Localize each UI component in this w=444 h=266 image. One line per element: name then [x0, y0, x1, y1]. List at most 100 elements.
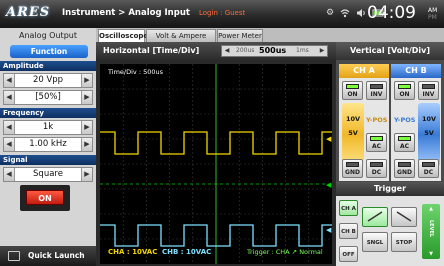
cha-ypos-label[interactable]: Y-POS — [366, 116, 387, 124]
cha-header: CH A — [339, 64, 389, 78]
trigger-falling-edge-button[interactable] — [391, 207, 417, 227]
frequency-label: Frequency — [0, 108, 96, 118]
quick-launch-icon — [8, 251, 20, 261]
tab-power-meter[interactable]: Power Meter — [217, 29, 263, 42]
cha-on-button[interactable]: ON — [342, 81, 363, 100]
chb-header: CH B — [391, 64, 441, 78]
frequency-display: 1.00 kHz — [29, 139, 67, 149]
rising-edge-icon — [367, 211, 383, 222]
chb-dc-indicator — [422, 162, 435, 167]
breadcrumb: Instrument > Analog Input — [62, 8, 190, 18]
quick-launch-button[interactable]: Quick Launch — [0, 246, 96, 266]
cha-gnd-button[interactable]: GND — [342, 159, 363, 178]
clock-time: 04:09 — [367, 3, 416, 23]
trigger-off-button[interactable]: OFF — [339, 246, 358, 262]
arrow-left-icon[interactable]: ◀ — [4, 138, 15, 151]
arrow-right-icon[interactable]: ▶ — [317, 46, 327, 56]
volume-icon[interactable] — [356, 8, 366, 21]
function-button[interactable]: Function — [10, 45, 88, 58]
trigger-controls: CH A CH B OFF SNGL STOP ▲ LEVEL ▼ — [336, 196, 444, 266]
trigger-level-slider[interactable]: ▲ LEVEL ▼ — [422, 204, 440, 259]
arrow-right-icon[interactable]: ▶ — [81, 74, 92, 87]
cha-volt-knob[interactable]: 10V 5V — [342, 103, 364, 167]
scope-grid-and-traces — [100, 64, 332, 264]
wifi-icon — [340, 8, 350, 21]
arrow-left-icon[interactable]: ◀ — [4, 91, 15, 104]
trigger-chb-button[interactable]: CH B — [339, 223, 358, 239]
cha-dc-label: DC — [371, 169, 382, 176]
arrow-right-icon[interactable]: ▶ — [81, 121, 92, 134]
login-status[interactable]: Login : Guest — [199, 9, 245, 17]
amplitude-value: 20 Vpp — [32, 75, 64, 85]
trigger-single-button[interactable]: SNGL — [362, 232, 388, 252]
chb-ypos-label[interactable]: Y-POS — [394, 116, 415, 124]
chevron-down-icon: ▼ — [429, 251, 433, 257]
trigger-rising-edge-button[interactable] — [362, 207, 388, 227]
trigger-level-label: LEVEL — [428, 220, 434, 238]
cha-ac-label: AC — [371, 143, 382, 150]
chb-ac-label: AC — [399, 143, 410, 150]
app-logo: ARES — [6, 5, 51, 20]
time-div-option-prev[interactable]: 200us — [236, 47, 254, 54]
amplitude-stepper[interactable]: ◀ 20 Vpp ▶ — [3, 73, 93, 88]
chb-inv-label: INV — [422, 91, 435, 98]
frequency-stepper[interactable]: ◀ 1k ▶ — [3, 120, 93, 135]
chb-gnd-button[interactable]: GND — [394, 159, 415, 178]
tab-volt-ampere-meter[interactable]: Volt & Ampere Meter — [146, 29, 216, 53]
chb-readout: CHB : 10VAC — [162, 248, 212, 256]
chb-dc-button[interactable]: DC — [418, 159, 439, 178]
chb-volt-knob[interactable]: 10V 5V — [418, 103, 440, 167]
cha-inv-indicator — [370, 84, 383, 89]
chevron-up-icon: ▲ — [429, 206, 433, 212]
chb-inv-button[interactable]: INV — [418, 81, 439, 100]
on-button[interactable]: ON — [26, 190, 64, 205]
arrow-left-icon[interactable]: ◀ — [4, 121, 15, 134]
cha-dc-indicator — [370, 162, 383, 167]
clock-ampm: AM PM — [428, 7, 437, 21]
cha-dc-button[interactable]: DC — [366, 159, 387, 178]
trigger-readout: Trigger : CHA ↗ Normal — [247, 248, 323, 256]
tab-oscilloscope[interactable]: Oscilloscope — [98, 29, 148, 42]
cha-marker-icon[interactable]: ◀ — [326, 136, 331, 143]
quick-launch-label: Quick Launch — [28, 251, 85, 260]
chb-dc-label: DC — [423, 169, 434, 176]
arrow-right-icon[interactable]: ▶ — [81, 91, 92, 104]
analog-output-panel: Analog Output Function Amplitude ◀ 20 Vp… — [0, 28, 96, 266]
arrow-left-icon[interactable]: ◀ — [4, 168, 15, 181]
chb-volt-low: 5V — [424, 129, 434, 137]
time-div-selected: 500us — [259, 46, 287, 55]
arrow-right-icon[interactable]: ▶ — [81, 138, 92, 151]
arrow-left-icon[interactable]: ◀ — [222, 46, 232, 56]
arrow-right-icon[interactable]: ▶ — [81, 168, 92, 181]
signal-stepper[interactable]: ◀ Square ▶ — [3, 167, 93, 182]
cha-readout: CHA : 10VAC — [108, 248, 158, 256]
cha-volt-low: 5V — [348, 129, 358, 137]
vertical-title: Vertical [Volt/Div] — [336, 42, 444, 60]
oscilloscope-panel: Horizontal [Time/Div] ◀ 200us 500us 1ms … — [96, 42, 336, 266]
cha-on-indicator — [346, 84, 359, 89]
frequency-value: 1k — [42, 122, 54, 132]
chb-on-label: ON — [399, 91, 410, 98]
trigger-cha-button[interactable]: CH A — [339, 200, 358, 216]
chb-marker-icon[interactable]: ◀ — [326, 227, 331, 234]
trigger-level-marker-icon[interactable]: ◀ — [326, 182, 331, 189]
scope-screen: Time/Div : 500us CHA : 10VAC CHB : 10VAC… — [100, 64, 332, 264]
amplitude-percent-stepper[interactable]: ◀ [50%] ▶ — [3, 90, 93, 105]
frequency-display-stepper[interactable]: ◀ 1.00 kHz ▶ — [3, 137, 93, 152]
analog-output-title: Analog Output — [19, 31, 77, 40]
time-div-selector[interactable]: ◀ 200us 500us 1ms ▶ — [221, 45, 328, 57]
time-div-option-next[interactable]: 1ms — [296, 47, 309, 54]
arrow-left-icon[interactable]: ◀ — [4, 74, 15, 87]
chb-gnd-indicator — [398, 162, 411, 167]
chb-ac-indicator — [398, 136, 411, 141]
cha-inv-button[interactable]: INV — [366, 81, 387, 100]
cha-gnd-label: GND — [345, 169, 360, 176]
amplitude-percent: [50%] — [35, 92, 61, 102]
cha-ac-button[interactable]: AC — [366, 133, 387, 152]
trigger-stop-button[interactable]: STOP — [391, 232, 417, 252]
amplitude-label: Amplitude — [0, 61, 96, 71]
cha-gnd-indicator — [346, 162, 359, 167]
chb-ac-button[interactable]: AC — [394, 133, 415, 152]
chb-on-button[interactable]: ON — [394, 81, 415, 100]
settings-icon[interactable]: ⚙ — [326, 8, 334, 21]
